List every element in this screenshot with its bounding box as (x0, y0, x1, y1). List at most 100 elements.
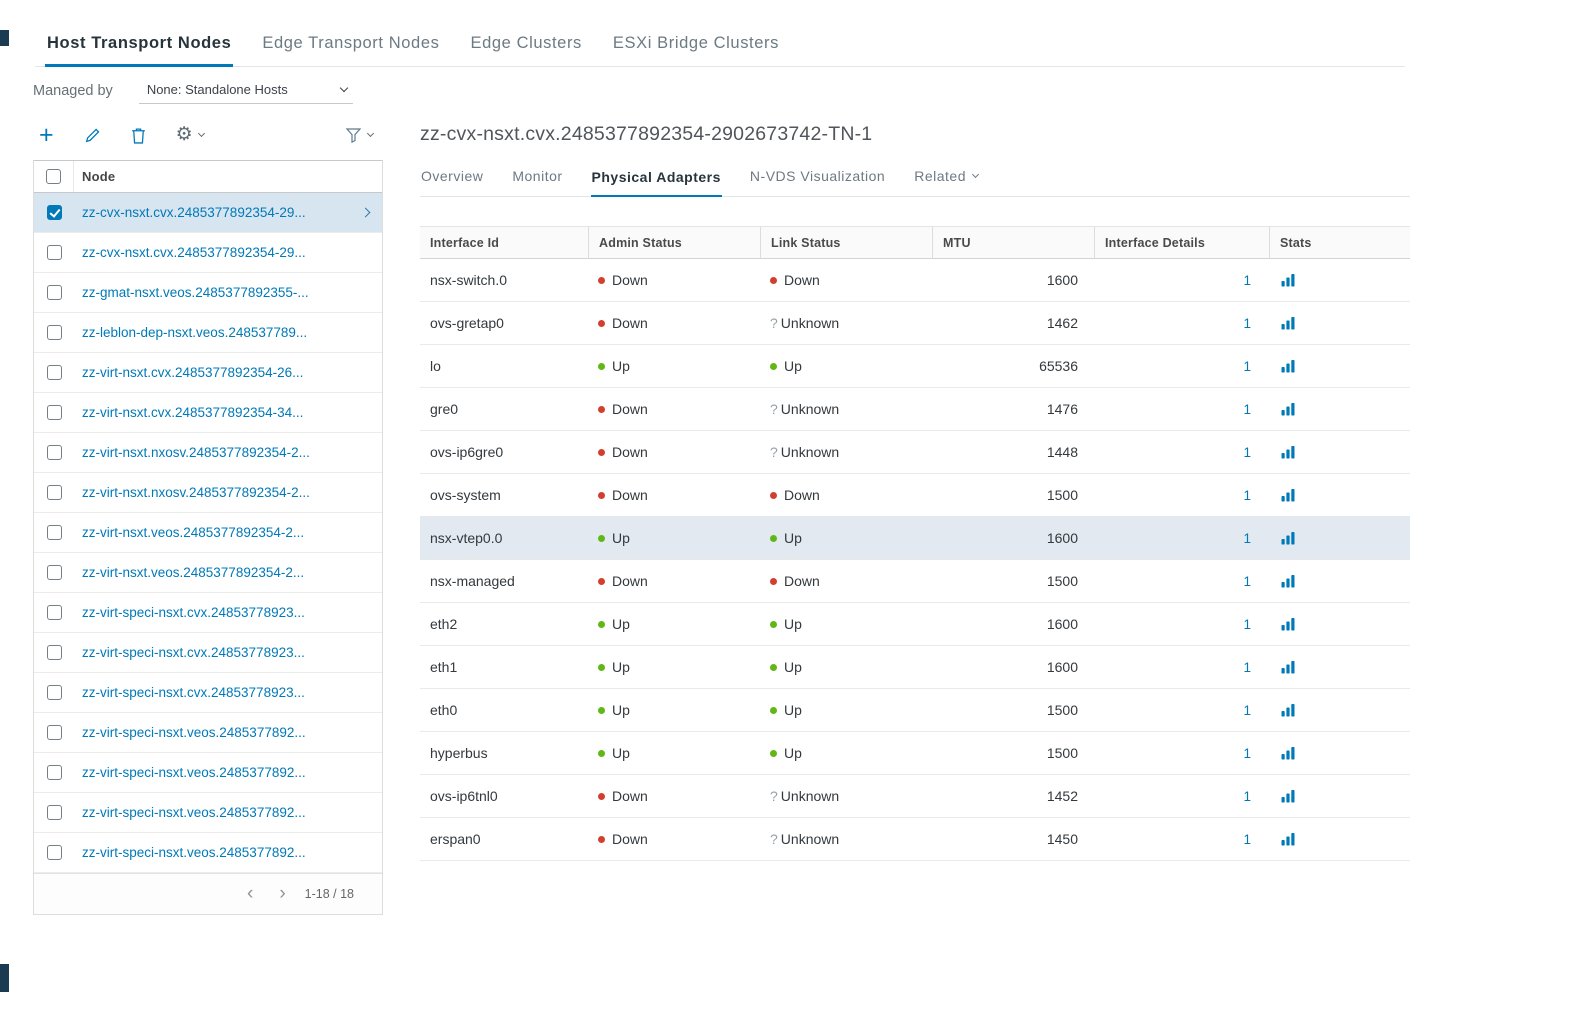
stats-bar-chart-icon[interactable] (1281, 316, 1296, 330)
stats-bar-chart-icon[interactable] (1281, 832, 1296, 846)
node-row-checkbox[interactable] (47, 525, 62, 540)
node-link[interactable]: zz-cvx-nsxt.cvx.2485377892354-29... (74, 205, 358, 220)
previous-page-button[interactable]: ‹ (242, 887, 258, 901)
add-button[interactable]: + (39, 126, 54, 144)
node-list-row[interactable]: zz-virt-nsxt.veos.2485377892354-2... (34, 553, 382, 593)
node-list-row[interactable]: zz-virt-nsxt.cvx.2485377892354-26... (34, 353, 382, 393)
stats-bar-chart-icon[interactable] (1281, 402, 1296, 416)
stats-bar-chart-icon[interactable] (1281, 660, 1296, 674)
stats-bar-chart-icon[interactable] (1281, 746, 1296, 760)
interface-details-link[interactable]: 1 (1243, 617, 1251, 632)
node-row-checkbox[interactable] (47, 485, 62, 500)
node-link[interactable]: zz-virt-speci-nsxt.veos.2485377892... (74, 845, 382, 860)
stats-bar-chart-icon[interactable] (1281, 789, 1296, 803)
tab-edge-transport-nodes[interactable]: Edge Transport Nodes (260, 30, 441, 66)
col-mtu[interactable]: MTU (932, 227, 1094, 258)
node-list-row[interactable]: zz-virt-nsxt.veos.2485377892354-2... (34, 513, 382, 553)
node-list-row[interactable]: zz-virt-nsxt.cvx.2485377892354-34... (34, 393, 382, 433)
interface-details-link[interactable]: 1 (1243, 832, 1251, 847)
col-admin-status[interactable]: Admin Status (588, 227, 760, 258)
node-row-checkbox[interactable] (47, 285, 62, 300)
node-link[interactable]: zz-virt-nsxt.veos.2485377892354-2... (74, 525, 382, 540)
node-link[interactable]: zz-virt-nsxt.nxosv.2485377892354-2... (74, 485, 382, 500)
node-list-row[interactable]: zz-cvx-nsxt.cvx.2485377892354-29... (34, 233, 382, 273)
stats-bar-chart-icon[interactable] (1281, 617, 1296, 631)
node-list-row[interactable]: zz-virt-speci-nsxt.veos.2485377892... (34, 793, 382, 833)
node-link[interactable]: zz-leblon-dep-nsxt.veos.248537789... (74, 325, 382, 340)
tab-esxi-bridge-clusters[interactable]: ESXi Bridge Clusters (611, 30, 781, 66)
interface-details-link[interactable]: 1 (1243, 445, 1251, 460)
node-link[interactable]: zz-virt-nsxt.veos.2485377892354-2... (74, 565, 382, 580)
interface-details-link[interactable]: 1 (1243, 574, 1251, 589)
node-link[interactable]: zz-gmat-nsxt.veos.2485377892355-... (74, 285, 382, 300)
interface-details-link[interactable]: 1 (1243, 359, 1251, 374)
node-link[interactable]: zz-virt-nsxt.cvx.2485377892354-26... (74, 365, 382, 380)
next-page-button[interactable]: › (274, 887, 290, 901)
tab-physical-adapters[interactable]: Physical Adapters (591, 168, 722, 197)
node-row-checkbox[interactable] (47, 605, 62, 620)
stats-bar-chart-icon[interactable] (1281, 445, 1296, 459)
node-row-checkbox[interactable] (47, 205, 62, 220)
node-row-checkbox[interactable] (47, 245, 62, 260)
edit-button[interactable] (84, 127, 101, 144)
node-link[interactable]: zz-cvx-nsxt.cvx.2485377892354-29... (74, 245, 382, 260)
tab-nvds-visualization[interactable]: N-VDS Visualization (749, 168, 886, 196)
tab-related[interactable]: Related (913, 168, 979, 196)
filter-button[interactable] (345, 127, 373, 143)
node-link[interactable]: zz-virt-speci-nsxt.cvx.24853778923... (74, 605, 382, 620)
node-row-checkbox[interactable] (47, 685, 62, 700)
node-list-row[interactable]: zz-virt-speci-nsxt.cvx.24853778923... (34, 593, 382, 633)
node-row-checkbox[interactable] (47, 445, 62, 460)
tab-host-transport-nodes[interactable]: Host Transport Nodes (45, 30, 233, 67)
node-row-checkbox[interactable] (47, 565, 62, 580)
tab-overview[interactable]: Overview (420, 168, 484, 196)
node-list-row[interactable]: zz-virt-speci-nsxt.veos.2485377892... (34, 753, 382, 793)
interface-details-link[interactable]: 1 (1243, 703, 1251, 718)
select-all-checkbox[interactable] (46, 169, 61, 184)
interface-details-link[interactable]: 1 (1243, 316, 1251, 331)
settings-menu-button[interactable]: ⚙ (176, 126, 204, 144)
node-row-checkbox[interactable] (47, 805, 62, 820)
tab-edge-clusters[interactable]: Edge Clusters (468, 30, 583, 66)
interface-details-link[interactable]: 1 (1243, 789, 1251, 804)
node-list-row[interactable]: zz-cvx-nsxt.cvx.2485377892354-29... (34, 193, 382, 233)
node-list-row[interactable]: zz-leblon-dep-nsxt.veos.248537789... (34, 313, 382, 353)
node-row-checkbox[interactable] (47, 645, 62, 660)
col-interface-details[interactable]: Interface Details (1094, 227, 1269, 258)
node-list-row[interactable]: zz-gmat-nsxt.veos.2485377892355-... (34, 273, 382, 313)
node-list-row[interactable]: zz-virt-speci-nsxt.cvx.24853778923... (34, 633, 382, 673)
node-list-row[interactable]: zz-virt-speci-nsxt.cvx.24853778923... (34, 673, 382, 713)
managed-by-select[interactable]: None: Standalone Hosts (139, 81, 353, 104)
node-link[interactable]: zz-virt-speci-nsxt.veos.2485377892... (74, 765, 382, 780)
node-link[interactable]: zz-virt-nsxt.cvx.2485377892354-34... (74, 405, 382, 420)
interface-details-link[interactable]: 1 (1243, 402, 1251, 417)
node-link[interactable]: zz-virt-speci-nsxt.cvx.24853778923... (74, 685, 382, 700)
stats-bar-chart-icon[interactable] (1281, 359, 1296, 373)
tab-monitor[interactable]: Monitor (511, 168, 563, 196)
stats-bar-chart-icon[interactable] (1281, 531, 1296, 545)
node-list-row[interactable]: zz-virt-nsxt.nxosv.2485377892354-2... (34, 473, 382, 513)
interface-details-link[interactable]: 1 (1243, 660, 1251, 675)
node-link[interactable]: zz-virt-speci-nsxt.veos.2485377892... (74, 725, 382, 740)
stats-bar-chart-icon[interactable] (1281, 273, 1296, 287)
interface-details-link[interactable]: 1 (1243, 531, 1251, 546)
node-row-checkbox[interactable] (47, 325, 62, 340)
node-list-row[interactable]: zz-virt-speci-nsxt.veos.2485377892... (34, 713, 382, 753)
node-row-checkbox[interactable] (47, 365, 62, 380)
node-row-checkbox[interactable] (47, 725, 62, 740)
interface-details-link[interactable]: 1 (1243, 488, 1251, 503)
node-link[interactable]: zz-virt-speci-nsxt.veos.2485377892... (74, 805, 382, 820)
node-column-header[interactable]: Node (74, 169, 115, 184)
stats-bar-chart-icon[interactable] (1281, 488, 1296, 502)
col-interface-id[interactable]: Interface Id (420, 227, 588, 258)
stats-bar-chart-icon[interactable] (1281, 574, 1296, 588)
stats-bar-chart-icon[interactable] (1281, 703, 1296, 717)
interface-details-link[interactable]: 1 (1243, 273, 1251, 288)
col-stats[interactable]: Stats (1269, 227, 1410, 258)
node-list-row[interactable]: zz-virt-speci-nsxt.veos.2485377892... (34, 833, 382, 873)
node-link[interactable]: zz-virt-nsxt.nxosv.2485377892354-2... (74, 445, 382, 460)
node-link[interactable]: zz-virt-speci-nsxt.cvx.24853778923... (74, 645, 382, 660)
delete-button[interactable] (131, 127, 146, 144)
node-row-checkbox[interactable] (47, 845, 62, 860)
node-list-row[interactable]: zz-virt-nsxt.nxosv.2485377892354-2... (34, 433, 382, 473)
